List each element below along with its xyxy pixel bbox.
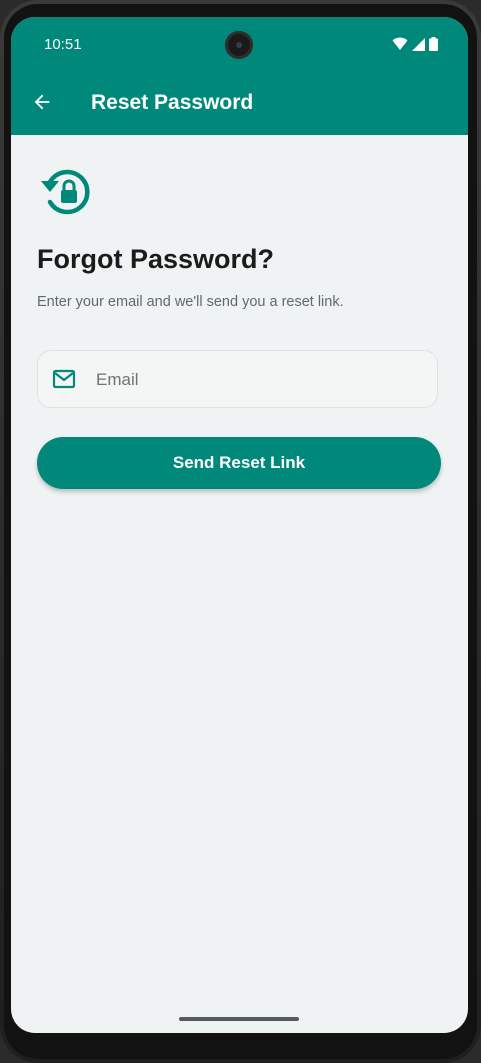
arrow-back-icon [34,94,50,110]
email-field[interactable] [37,350,438,409]
battery-icon [429,37,438,51]
home-indicator[interactable] [179,1017,299,1021]
back-button[interactable] [27,87,57,117]
lock-reset-icon [37,165,97,219]
device-frame: 10:51 Reset Password Forgot Password? En… [0,0,481,1063]
app-bar: Reset Password [11,73,468,135]
email-input[interactable] [94,351,428,409]
send-reset-link-button[interactable]: Send Reset Link [37,437,441,489]
front-camera [225,31,253,59]
status-icons [392,37,438,51]
status-bar: 10:51 [11,17,468,73]
page-title: Reset Password [91,91,254,114]
mail-icon [52,369,76,389]
status-time: 10:51 [44,36,82,53]
signal-icon [412,37,425,51]
screen: 10:51 Reset Password Forgot Password? En… [11,17,468,1033]
heading-forgot-password: Forgot Password? [37,244,275,274]
wifi-icon [392,37,408,50]
instruction-text: Enter your email and we'll send you a re… [37,294,344,310]
